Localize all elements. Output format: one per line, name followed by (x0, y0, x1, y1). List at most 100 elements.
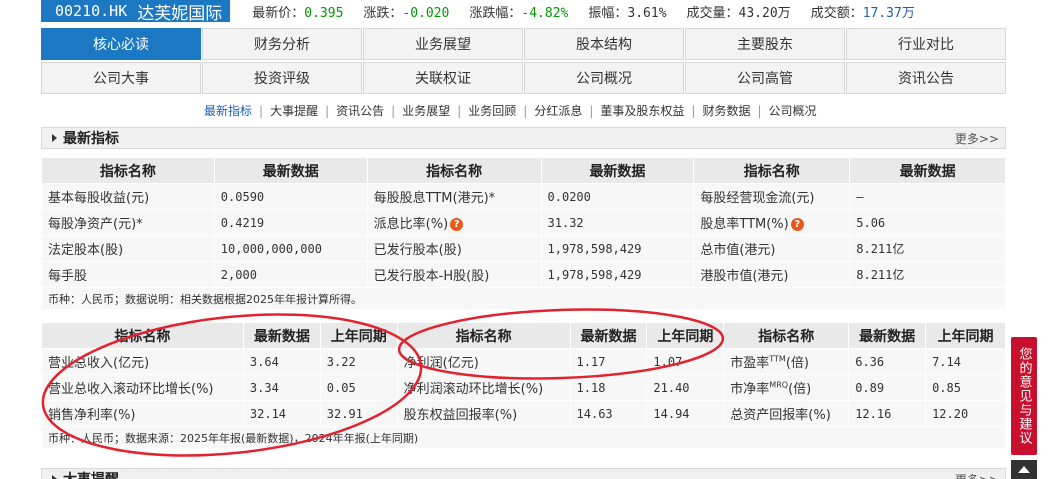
tab-6[interactable]: 行业对比 (846, 28, 1006, 60)
cell-value: 0.89 (848, 374, 927, 401)
tab-1[interactable]: 核心必读 (41, 28, 201, 60)
cell-value: 3.34 (242, 374, 321, 401)
subnav-item[interactable]: 最新指标 (204, 104, 252, 118)
cell-label: 股东权益回报率(%) (396, 400, 571, 427)
column-header: 指标名称 (41, 322, 244, 349)
subnav-item[interactable]: 资讯公告 (336, 104, 384, 118)
cell-text: 净利润滚动环比增长(%) (403, 382, 544, 397)
cell-text: 已发行股本(股) (373, 243, 462, 258)
tab-5[interactable]: 主要股东 (685, 28, 845, 60)
column-header: 指标名称 (396, 322, 571, 349)
subnav-item[interactable]: 大事提醒 (270, 104, 318, 118)
cell-value: 5.06 (849, 209, 1006, 236)
subnav-item[interactable]: 分红派息 (534, 104, 582, 118)
quote-value: 0.395 (304, 5, 344, 21)
stock-header: 00210.HK 达芙妮国际 最新价：0.395 涨跌：-0.020 涨跌幅：-4.… (41, 0, 1006, 24)
more-link[interactable]: 更多>> (955, 471, 999, 479)
more-link[interactable]: 更多>> (955, 130, 999, 147)
cell-label: 总市值(港元) (693, 235, 851, 262)
column-header: 最新数据 (242, 322, 321, 349)
cell-text: 7.14 (932, 354, 961, 369)
cell-text: 3.34 (249, 380, 279, 395)
cell-text: 1.18 (576, 380, 606, 395)
column-header: 最新数据 (540, 157, 695, 184)
cell-text: 0.89 (855, 380, 885, 395)
quote-label: 成交量： (686, 5, 739, 21)
quote-label: 振幅： (588, 5, 628, 21)
cell-text: 0.0200 (547, 189, 591, 204)
stock-name: 达芙妮国际 (137, 3, 223, 24)
table-row: 基本每股收益(元) 0.0590 每股股息TTM(港元)* 0.0200 每股经营现金流… (41, 183, 1006, 210)
subnav-item[interactable]: 财务数据 (702, 104, 750, 118)
quote-label: 最新价： (252, 5, 305, 21)
cell-text: — (856, 189, 864, 204)
quote-value: -0.020 (402, 5, 450, 21)
separator: | (523, 104, 528, 118)
cell-text: 31.32 (547, 215, 584, 230)
table-note: 币种：人民币；数据说明：相关数据根据2025年年报计算所得。 (41, 287, 1006, 310)
cell-text: 2,000 (220, 267, 257, 282)
tab-4[interactable]: 股本结构 (524, 28, 684, 60)
quote-value: -4.82% (521, 5, 569, 21)
cell-value: 8.211亿 (849, 261, 1006, 288)
subnav-item[interactable]: 董事及股东权益 (600, 104, 684, 118)
subnav-item[interactable]: 公司概况 (769, 104, 817, 118)
cell-label: 每股股息TTM(港元)* (366, 183, 542, 210)
quote-value: 3.61% (627, 5, 667, 21)
quote-item: 成交量：43.20万 (687, 2, 791, 21)
cell-text: 已发行股本-H股(股) (373, 269, 490, 284)
table-row: 营业总收入(亿元) 3.64 3.22 净利润(亿元) 1.17 1.07 市盈率TTM(倍… (41, 348, 1006, 375)
table-note: 币种：人民币；数据来源：2025年年报(最新数据)，2024年年报(上年同期) (41, 426, 1006, 449)
tab-9[interactable]: 关联权证 (363, 62, 523, 94)
cell-label: 销售净利率(%) (41, 400, 244, 427)
subnav-item[interactable]: 业务回顾 (468, 104, 516, 118)
back-to-top-button[interactable] (1011, 460, 1037, 479)
cell-text: 法定股本(股) (48, 243, 124, 258)
cell-text: 营业总收入滚动环比增长(%) (48, 382, 214, 397)
cell-text: 10,000,000,000 (220, 241, 322, 256)
cell-label: 每股经营现金流(元) (693, 183, 851, 210)
tab-3[interactable]: 业务展望 (363, 28, 523, 60)
tab-11[interactable]: 公司高管 (685, 62, 845, 94)
stock-code: 00210.HK (55, 2, 128, 20)
quote-label: 涨跌幅： (469, 5, 522, 21)
cell-value: 2,000 (213, 261, 368, 288)
cell-value: 32.91 (319, 400, 398, 427)
cell-label: 每股净资产(元)* (41, 209, 215, 236)
financial-indicators-table: 指标名称 最新数据 上年同期 指标名称 最新数据 上年同期 指标名称 最新数据 上年同期 营业总… (41, 322, 1006, 449)
cell-text: 1.17 (576, 354, 606, 369)
help-icon[interactable]: ? (450, 218, 464, 231)
triangle-right-icon (52, 134, 57, 142)
table-row: 法定股本(股) 10,000,000,000 已发行股本(股) 1,978,598,4… (41, 235, 1006, 262)
subnav-item[interactable]: 业务展望 (402, 104, 450, 118)
cell-text: 1,978,598,429 (547, 267, 642, 282)
cell-value: 1,978,598,429 (540, 261, 695, 288)
tab-2[interactable]: 财务分析 (202, 28, 362, 60)
column-header: 最新数据 (848, 322, 927, 349)
cell-label: 每手股 (41, 261, 215, 288)
tab-7[interactable]: 公司大事 (41, 62, 201, 94)
cell-label: 已发行股本-H股(股) (366, 261, 542, 288)
cell-value: 31.32 (540, 209, 695, 236)
cell-text: 每股净资产(元)* (48, 217, 143, 232)
cell-text: 3.64 (249, 354, 279, 369)
cell-label: 基本每股收益(元) (41, 183, 215, 210)
cell-value: 32.14 (242, 400, 321, 427)
pe-unit: (倍) (785, 356, 809, 371)
latest-indicators-table: 指标名称 最新数据 指标名称 最新数据 指标名称 最新数据 基本每股收益(元) 0.0590… (41, 157, 1006, 310)
tab-8[interactable]: 投资评级 (202, 62, 362, 94)
help-icon[interactable]: ? (790, 218, 804, 231)
column-header: 最新数据 (849, 157, 1006, 184)
tab-12[interactable]: 资讯公告 (846, 62, 1006, 94)
column-header: 指标名称 (693, 157, 851, 184)
column-header: 最新数据 (569, 322, 648, 349)
cell-label: 总资产回报率(%) (723, 400, 850, 427)
cell-label: 营业总收入(亿元) (41, 348, 244, 375)
cell-value: 1.17 (569, 348, 648, 375)
cell-text: 3.22 (326, 354, 356, 369)
cell-value: 8.211亿 (849, 235, 1006, 262)
feedback-button[interactable]: 您的意见与建议 (1011, 337, 1037, 455)
quote-item: 成交额：17.37万 (811, 2, 915, 21)
triangle-right-icon (52, 475, 57, 479)
tab-10[interactable]: 公司概况 (524, 62, 684, 94)
